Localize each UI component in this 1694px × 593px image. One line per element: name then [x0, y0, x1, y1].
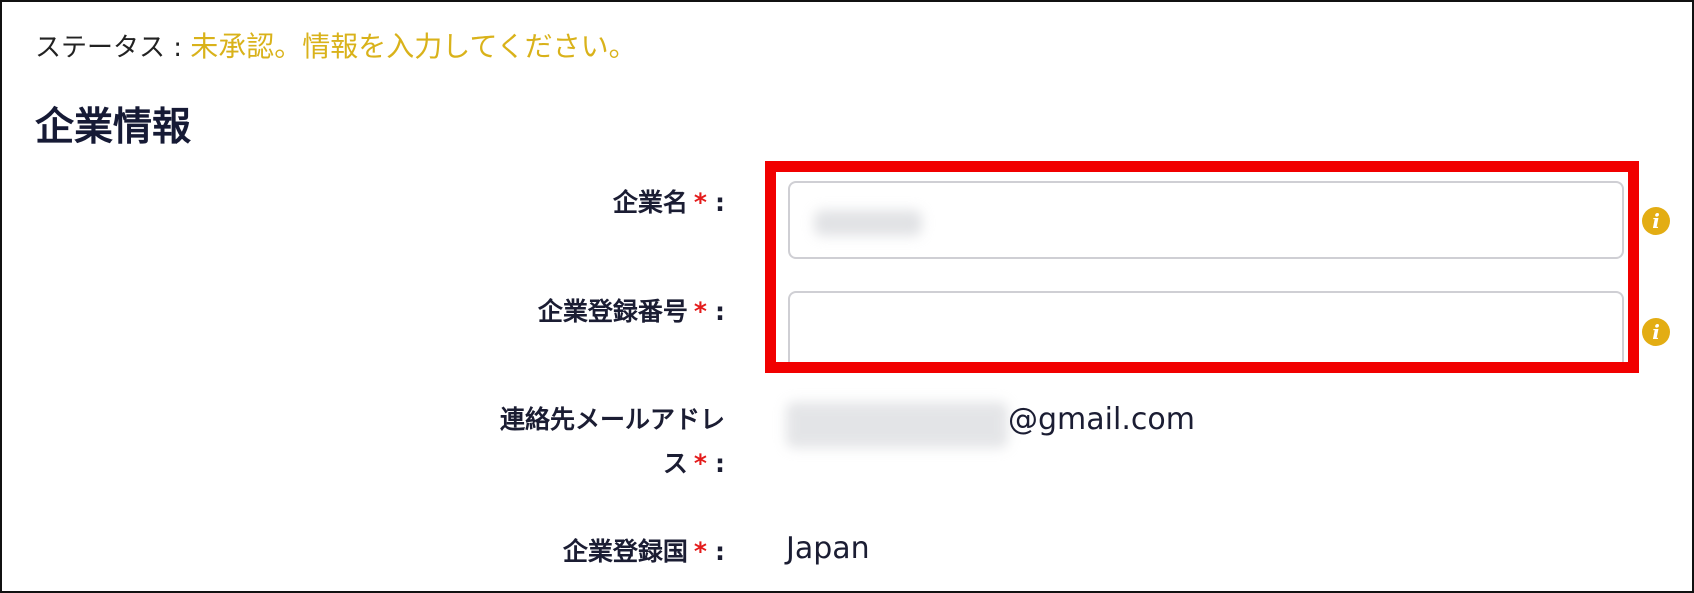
required-marker: * — [693, 537, 707, 566]
country-value: Japan — [786, 531, 870, 566]
contact-email-label: 連絡先メールアドレス *: — [485, 398, 725, 486]
status-line: ステータス : 未承認。情報を入力してください。 — [35, 26, 637, 68]
status-value: 未承認。情報を入力してください。 — [190, 30, 637, 63]
highlight-box — [765, 161, 1639, 373]
label-colon: : — [715, 537, 725, 566]
company-name-label-text: 企業名 — [612, 188, 688, 217]
country-label-text: 企業登録国 — [562, 537, 688, 566]
info-icon[interactable]: i — [1642, 318, 1670, 346]
required-marker: * — [693, 188, 707, 217]
info-icon[interactable]: i — [1642, 207, 1670, 235]
required-marker: * — [693, 449, 707, 478]
contact-email-value: @gmail.com — [1008, 402, 1195, 437]
contact-email-label-text: 連絡先メールアドレス — [499, 405, 725, 478]
label-colon: : — [715, 449, 725, 478]
company-name-label: 企業名 *: — [613, 183, 725, 219]
redacted-email-user — [786, 402, 1008, 448]
registration-number-label-text: 企業登録番号 — [537, 297, 688, 326]
label-colon: : — [715, 188, 725, 217]
country-label: 企業登録国 *: — [563, 532, 725, 568]
label-colon: : — [715, 297, 725, 326]
registration-number-label: 企業登録番号 *: — [538, 292, 725, 328]
section-title: 企業情報 — [35, 105, 192, 150]
company-info-panel: ステータス : 未承認。情報を入力してください。 企業情報 企業名 *: 企業登録… — [0, 0, 1694, 593]
status-label: ステータス : — [35, 33, 183, 63]
required-marker: * — [693, 297, 707, 326]
